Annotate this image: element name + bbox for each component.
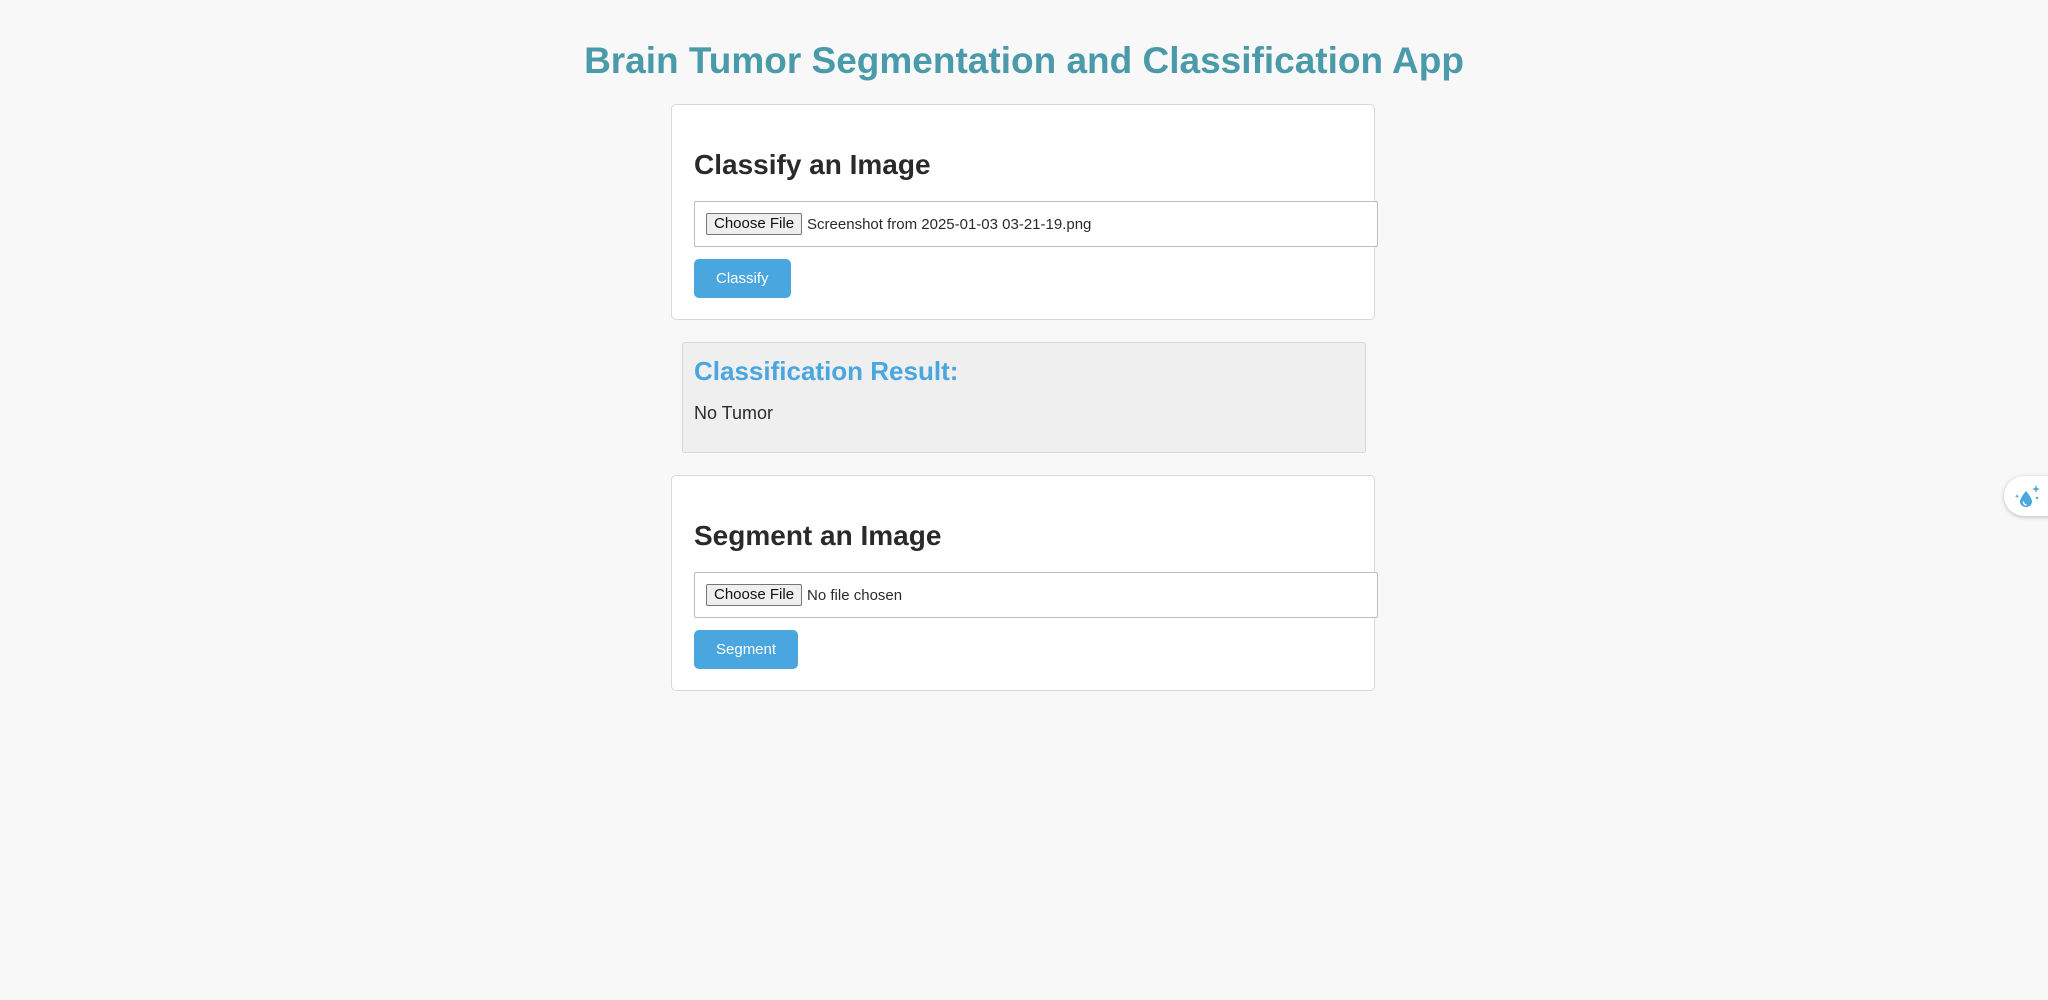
result-heading: Classification Result: [694, 356, 959, 386]
classify-file-input[interactable]: Choose File Screenshot from 2025-01-03 0… [694, 201, 1378, 247]
segment-button[interactable]: Segment [694, 630, 799, 669]
segment-heading: Segment an Image [694, 520, 942, 551]
result-value: No Tumor [694, 403, 774, 423]
segment-card: Segment an Image Choose File No file cho… [671, 475, 1378, 691]
app-page: Brain Tumor Segmentation and Classificat… [0, 0, 2048, 1000]
side-extension-widget[interactable] [2004, 476, 2048, 516]
segment-file-name: No file chosen [807, 586, 903, 604]
segment-file-input[interactable]: Choose File No file chosen [694, 572, 1378, 618]
classify-button[interactable]: Classify [694, 259, 791, 298]
classify-file-name: Screenshot from 2025-01-03 03-21-19.png [807, 215, 1092, 233]
droplet-sparkle-icon [2014, 485, 2040, 507]
classify-heading: Classify an Image [694, 149, 931, 180]
classification-result-box: Classification Result: No Tumor [682, 342, 1366, 453]
segment-choose-file-button[interactable]: Choose File [706, 584, 803, 606]
classify-card: Classify an Image Choose File Screenshot… [671, 104, 1378, 320]
page-title: Brain Tumor Segmentation and Classificat… [584, 40, 1464, 81]
classify-choose-file-button[interactable]: Choose File [706, 213, 803, 235]
